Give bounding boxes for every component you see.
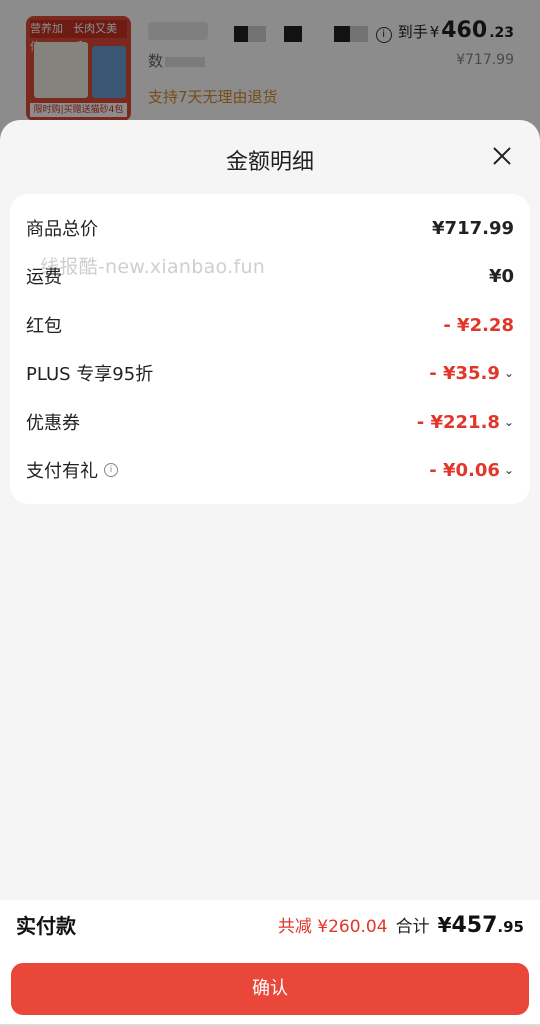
row-coupon[interactable]: 优惠券 - ¥221.8 ⌄	[26, 404, 514, 440]
row-value-text: - ¥35.9	[429, 362, 500, 384]
close-button[interactable]	[490, 144, 514, 168]
sum-amount: ¥457.95	[438, 913, 524, 938]
row-value-text: - ¥0.06	[429, 459, 500, 481]
row-value: - ¥0.06 ⌄	[429, 460, 514, 481]
row-value-text: ¥0	[488, 265, 514, 287]
sum-dec: .95	[497, 918, 524, 936]
row-value: - ¥35.9 ⌄	[429, 363, 514, 384]
row-goods-total: 商品总价 ¥717.99	[26, 210, 514, 246]
sum-int: 457	[451, 913, 498, 938]
total-summary: 共减 ¥260.04 合计 ¥457.95	[278, 912, 524, 938]
modal-overlay[interactable]	[0, 0, 540, 140]
sheet-title: 金额明细	[225, 150, 314, 175]
row-red-packet: 红包 - ¥2.28	[26, 307, 514, 343]
row-label: 支付有礼 i	[26, 457, 118, 483]
chevron-down-icon: ⌄	[503, 415, 514, 429]
sum-label: 合计	[395, 917, 430, 937]
actual-payment-label: 实付款	[16, 914, 76, 938]
row-label: 红包	[26, 316, 62, 337]
background-product-card: 营养加倍 长肉又美毛 限时购|买赠送猫砂4包 数 i 到手 ¥ 460 .23 …	[0, 0, 540, 140]
row-value-text: - ¥2.28	[443, 314, 514, 336]
sum-currency: ¥	[437, 913, 452, 937]
row-label: 商品总价	[26, 219, 98, 240]
chevron-down-icon: ⌄	[503, 366, 514, 380]
row-label: 优惠券	[26, 413, 80, 434]
confirm-button[interactable]: 确认	[11, 963, 529, 1015]
chevron-down-icon: ⌄	[503, 463, 514, 477]
row-shipping: 运费 ¥0	[26, 258, 514, 294]
row-label: PLUS 专享95折	[26, 364, 154, 385]
row-label: 运费	[26, 267, 62, 288]
row-value: - ¥2.28	[443, 315, 514, 336]
amount-detail-sheet: 金额明细 线报酷-new.xianbao.fun 商品总价 ¥717.99 运费…	[0, 120, 540, 1026]
total-reduction: 共减 ¥260.04	[277, 917, 388, 937]
amount-detail-card: 线报酷-new.xianbao.fun 商品总价 ¥717.99 运费 ¥0 红…	[10, 194, 530, 504]
row-value: - ¥221.8 ⌄	[417, 412, 514, 433]
row-value-text: ¥717.99	[432, 217, 514, 239]
row-payment-gift[interactable]: 支付有礼 i - ¥0.06 ⌄	[26, 452, 514, 488]
row-value: ¥0	[489, 266, 514, 287]
row-value-text: - ¥221.8	[416, 411, 500, 433]
info-icon[interactable]: i	[104, 463, 118, 477]
footer-bar: 实付款 共减 ¥260.04 合计 ¥457.95 确认	[0, 900, 540, 1026]
close-icon	[493, 147, 511, 165]
row-plus-discount[interactable]: PLUS 专享95折 - ¥35.9 ⌄	[26, 355, 514, 391]
row-label-text: 支付有礼	[26, 461, 98, 482]
row-value: ¥717.99	[432, 218, 514, 239]
